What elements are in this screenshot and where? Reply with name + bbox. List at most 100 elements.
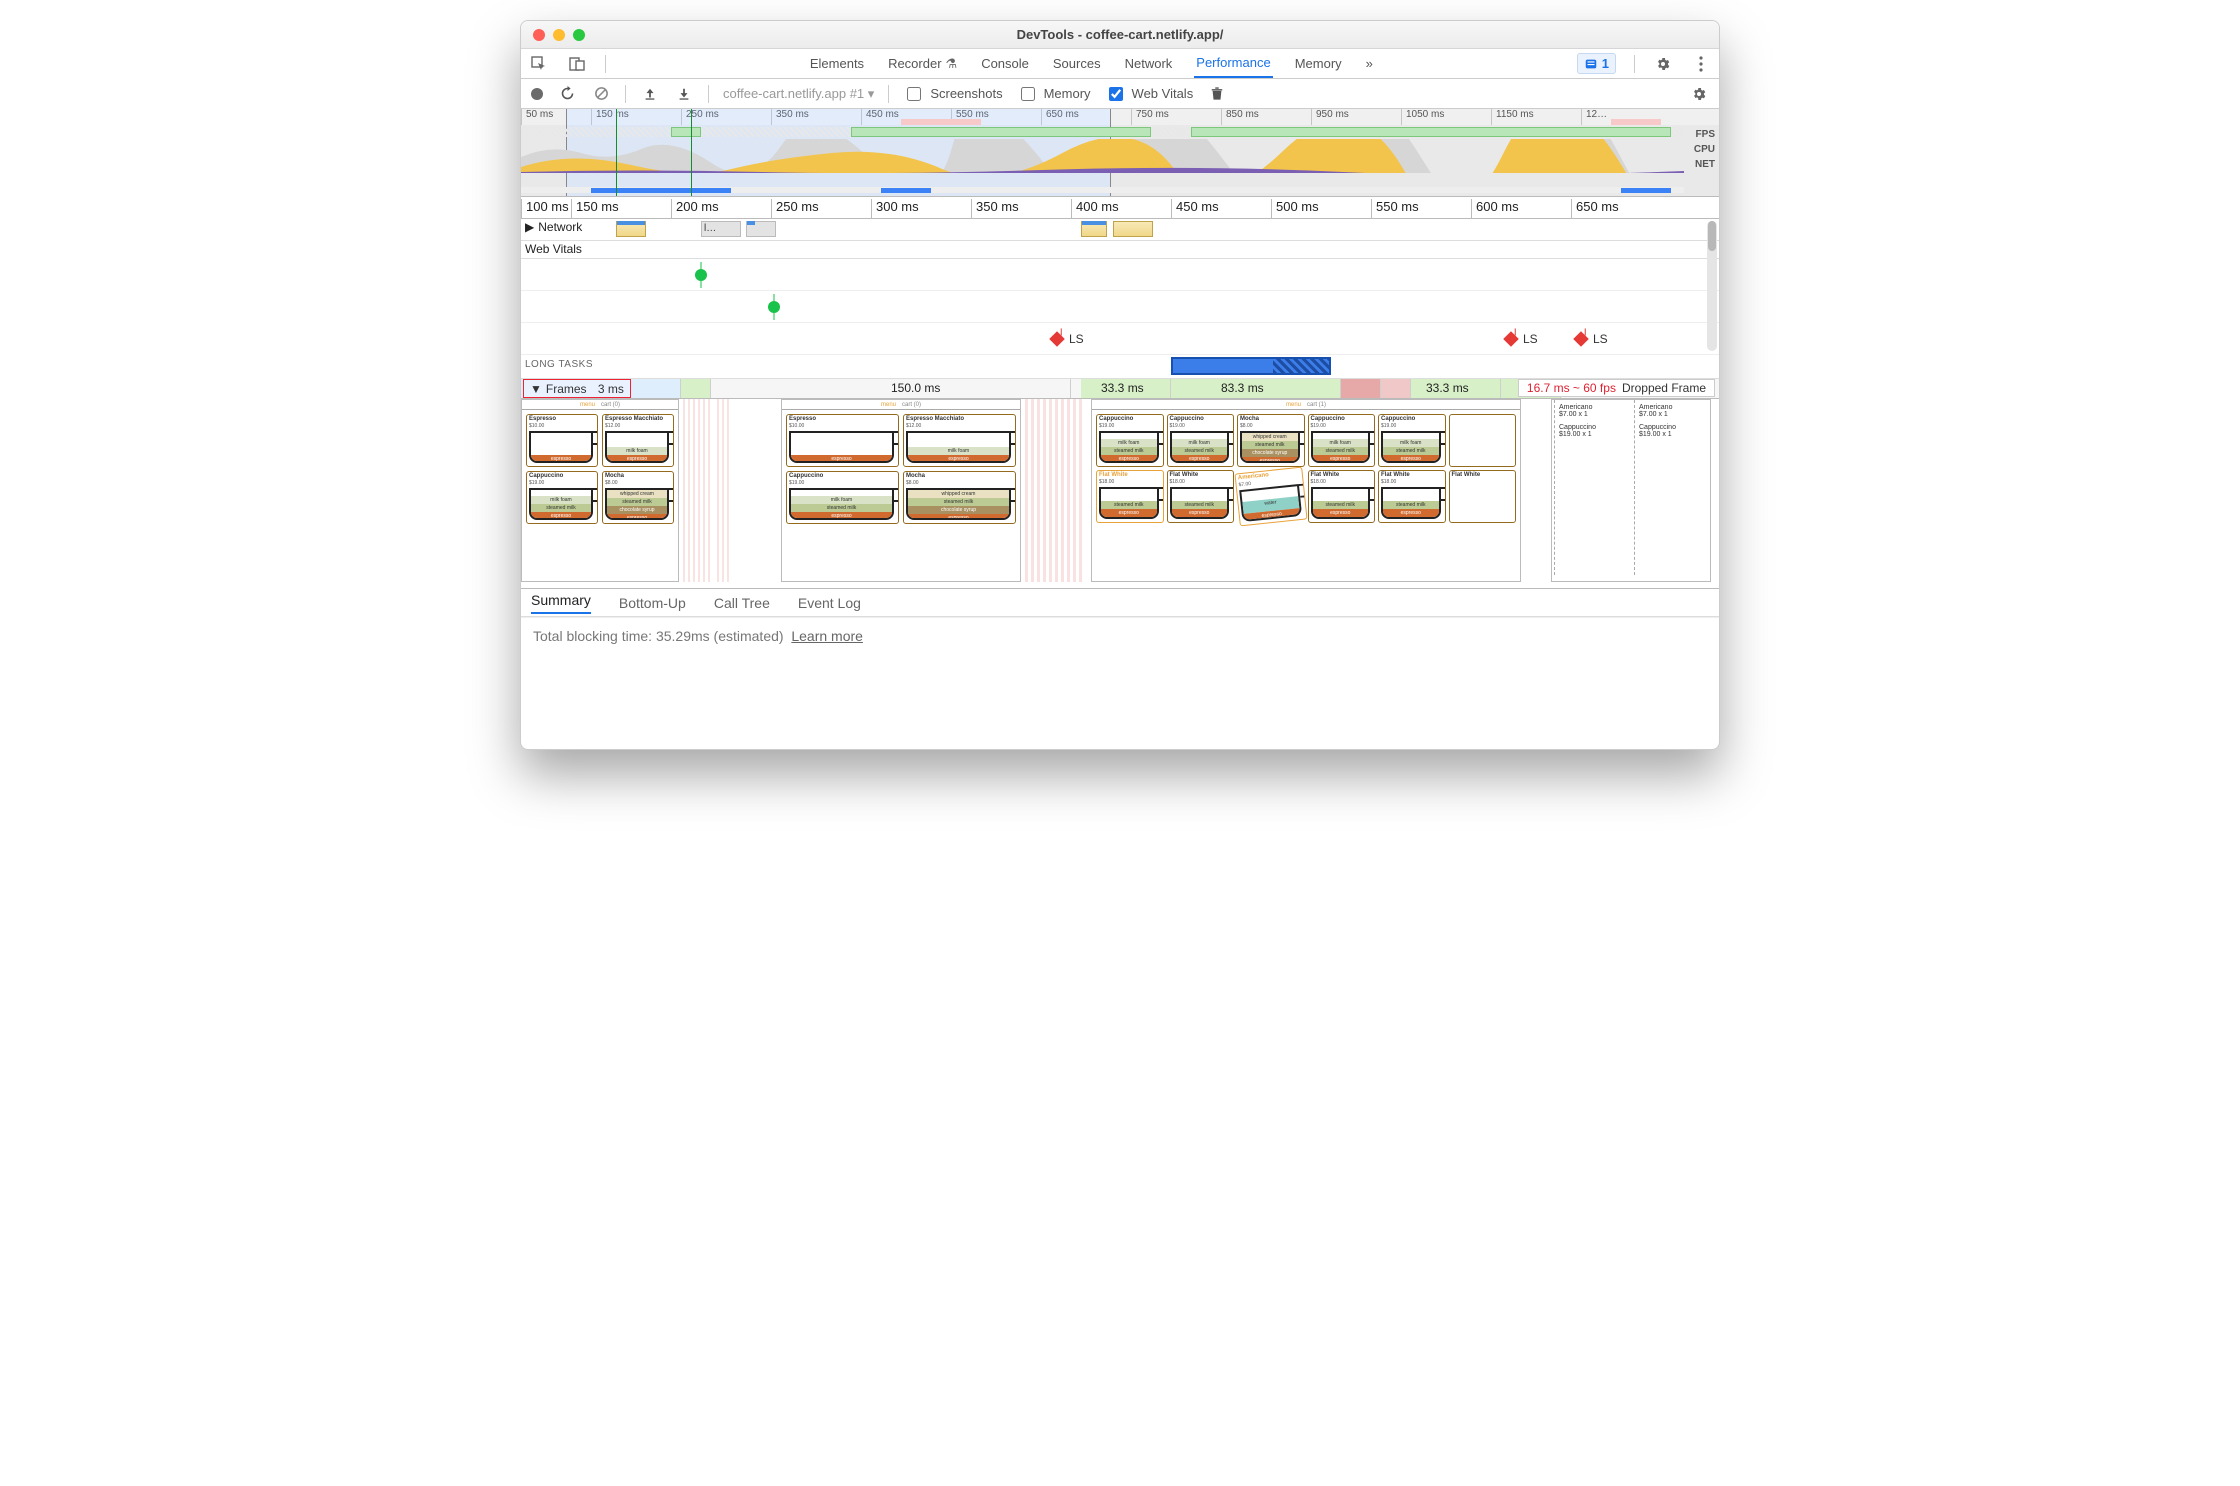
vertical-scrollbar[interactable] <box>1707 221 1717 351</box>
frame-duration: 33.3 ms <box>1426 381 1469 395</box>
separator <box>888 85 889 103</box>
frames-header[interactable]: ▼ Frames 3 ms 150.0 ms 33.3 ms 83.3 ms 3… <box>521 379 1719 399</box>
layout-shift-icon[interactable] <box>1503 331 1519 347</box>
kebab-menu-icon[interactable] <box>1691 54 1711 74</box>
tab-recorder[interactable]: Recorder⚗ <box>886 50 959 78</box>
lcp-marker-icon[interactable] <box>768 301 780 313</box>
screenshot-frame[interactable]: Americano$7.00 x 1 Cappuccino$19.00 x 1 … <box>1551 399 1711 582</box>
ruler-tick: 450 ms <box>1171 199 1271 218</box>
frame-duration: 83.3 ms <box>1221 381 1264 395</box>
beaker-icon: ⚗ <box>946 56 958 71</box>
fcp-marker-icon[interactable] <box>695 269 707 281</box>
panel-tabs: Elements Recorder⚗ Console Sources Netwo… <box>624 49 1559 78</box>
tab-summary[interactable]: Summary <box>531 592 591 614</box>
summary-content: Total blocking time: 35.29ms (estimated)… <box>521 617 1719 654</box>
device-toolbar-icon[interactable] <box>567 54 587 74</box>
trash-icon[interactable] <box>1207 84 1227 104</box>
filmstrip[interactable]: menucart (0) Espresso$10.00espresso Espr… <box>521 399 1719 589</box>
detail-tabs: Summary Bottom-Up Call Tree Event Log <box>521 589 1719 617</box>
separator <box>605 55 606 73</box>
settings-gear-icon[interactable] <box>1653 54 1673 74</box>
network-request[interactable] <box>616 221 646 237</box>
screenshot-frame[interactable]: menucart (1) Cappuccino$19.00milk foamst… <box>1091 399 1521 582</box>
tab-memory[interactable]: Memory <box>1293 50 1344 77</box>
fps-label: FPS <box>1694 127 1715 142</box>
separator <box>625 85 626 103</box>
detail-ruler[interactable]: 100 ms 150 ms 200 ms 250 ms 300 ms 350 m… <box>521 197 1719 219</box>
reload-icon[interactable] <box>557 84 577 104</box>
longtasks-track[interactable]: LONG TASKS <box>521 355 1719 379</box>
frame-duration: 33.3 ms <box>1101 381 1144 395</box>
performance-toolbar: coffee-cart.netlify.app #1 ▾ Screenshots… <box>521 79 1719 109</box>
issues-count: 1 <box>1602 56 1609 71</box>
blocking-time-text: Total blocking time: 35.29ms (estimated) <box>533 628 784 644</box>
ruler-tick: 350 ms <box>971 199 1071 218</box>
tab-network[interactable]: Network <box>1123 50 1175 77</box>
memory-checkbox[interactable]: Memory <box>1017 84 1091 104</box>
ruler-tick: 400 ms <box>1071 199 1171 218</box>
separator <box>708 85 709 103</box>
window-titlebar: DevTools - coffee-cart.netlify.app/ <box>521 21 1719 49</box>
tooltip-label: Dropped Frame <box>1622 381 1706 395</box>
network-track-header[interactable]: ▶ Network <box>525 220 582 234</box>
net-lane <box>521 187 1684 193</box>
download-icon[interactable] <box>674 84 694 104</box>
tab-more-panels-icon[interactable]: » <box>1364 50 1375 77</box>
overview-lane-labels: FPS CPU NET <box>1694 127 1715 172</box>
webvitals-lane-2[interactable] <box>521 291 1719 323</box>
inspect-element-icon[interactable] <box>529 54 549 74</box>
cpu-lane <box>521 139 1684 173</box>
ruler-tick: 150 ms <box>571 199 671 218</box>
screenshot-frame[interactable]: menucart (0) Espresso$10.00espresso Espr… <box>781 399 1021 582</box>
longtasks-label: LONG TASKS <box>525 359 593 370</box>
net-label: NET <box>1694 157 1715 172</box>
network-request[interactable] <box>746 221 776 237</box>
ruler-tick: 100 ms <box>521 199 571 218</box>
recording-selector[interactable]: coffee-cart.netlify.app #1 ▾ <box>723 86 874 102</box>
cup-mocha: Mocha$8.00whipped creamsteamed milkchoco… <box>602 471 674 524</box>
issues-button[interactable]: 1 <box>1577 53 1616 74</box>
webvitals-checkbox[interactable]: Web Vitals <box>1105 84 1194 104</box>
devtools-window: DevTools - coffee-cart.netlify.app/ Elem… <box>520 20 1720 750</box>
upload-icon[interactable] <box>640 84 660 104</box>
cpu-label: CPU <box>1694 142 1715 157</box>
tab-call-tree[interactable]: Call Tree <box>714 595 770 611</box>
scrollbar-thumb[interactable] <box>1708 221 1716 251</box>
clear-icon[interactable] <box>591 84 611 104</box>
webvitals-header-track: Web Vitals <box>521 241 1719 259</box>
ruler-tick: 550 ms <box>1371 199 1471 218</box>
lcp-marker <box>691 109 692 196</box>
tooltip-metric: 16.7 ms ~ 60 fps <box>1527 381 1616 395</box>
fps-lane <box>521 127 1684 137</box>
frame-duration: 150.0 ms <box>891 381 940 395</box>
screenshots-checkbox[interactable]: Screenshots <box>903 84 1002 104</box>
learn-more-link[interactable]: Learn more <box>791 628 863 644</box>
network-request[interactable] <box>1113 221 1153 237</box>
ls-label: LS <box>1523 332 1538 346</box>
timeline-overview[interactable]: 50 ms 150 ms 250 ms 350 ms 450 ms 550 ms… <box>521 109 1719 197</box>
layout-shift-icon[interactable] <box>1049 331 1065 347</box>
tab-console[interactable]: Console <box>979 50 1031 77</box>
layout-shift-icon[interactable] <box>1573 331 1589 347</box>
tab-elements[interactable]: Elements <box>808 50 866 77</box>
long-frame-indicator <box>1611 119 1661 125</box>
tab-performance[interactable]: Performance <box>1194 49 1272 78</box>
network-track[interactable]: ▶ Network l… <box>521 219 1719 241</box>
long-task-bar[interactable] <box>1171 357 1331 375</box>
tab-event-log[interactable]: Event Log <box>798 595 861 611</box>
ruler-tick: 650 ms <box>1571 199 1719 218</box>
webvitals-lane-3[interactable]: LS LS LS <box>521 323 1719 355</box>
record-button[interactable] <box>531 88 543 100</box>
long-frame-indicator <box>901 119 981 125</box>
capture-settings-gear-icon[interactable] <box>1689 84 1709 104</box>
cup-espresso: Espresso$10.00espresso <box>526 414 598 467</box>
webvitals-lane-1[interactable] <box>521 259 1719 291</box>
network-request[interactable]: l… <box>701 221 741 237</box>
ruler-tick: 600 ms <box>1471 199 1571 218</box>
tab-bottom-up[interactable]: Bottom-Up <box>619 595 686 611</box>
frames-track-header[interactable]: ▼ Frames 3 ms <box>523 379 631 398</box>
tab-sources[interactable]: Sources <box>1051 50 1103 77</box>
separator <box>1634 55 1635 73</box>
network-request[interactable] <box>1081 221 1107 237</box>
screenshot-frame[interactable]: menucart (0) Espresso$10.00espresso Espr… <box>521 399 679 582</box>
